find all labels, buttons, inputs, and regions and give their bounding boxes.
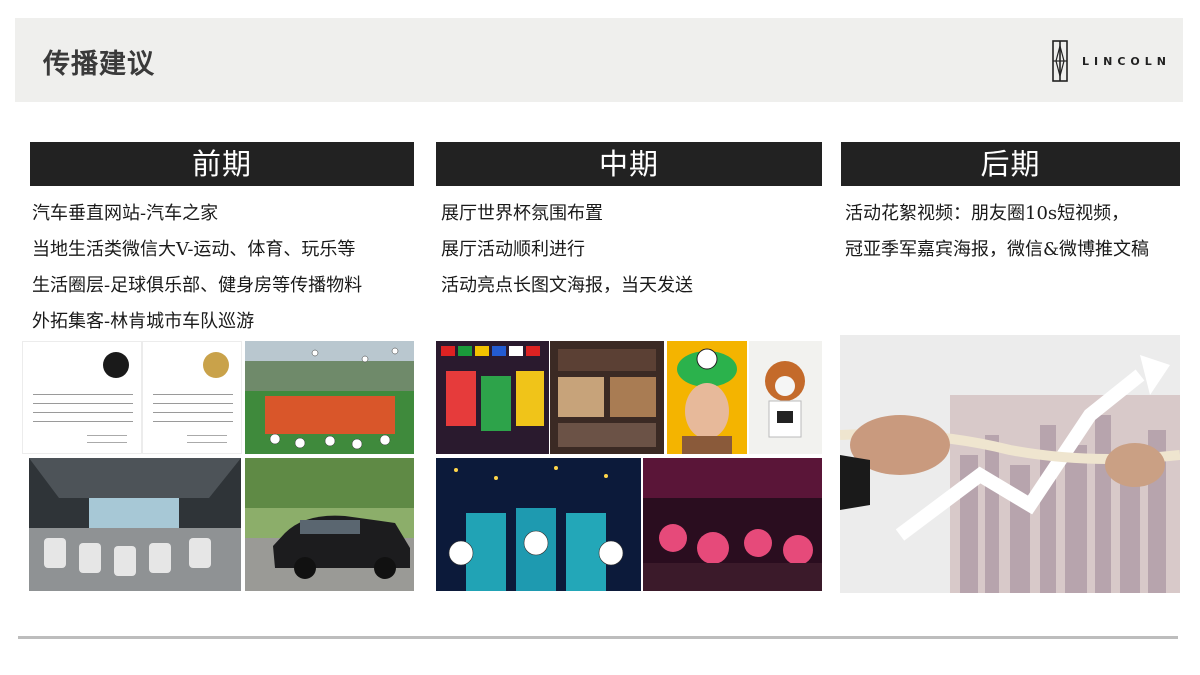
lincoln-star-icon — [1052, 40, 1068, 82]
mascot-photo — [749, 341, 822, 454]
mid-items: 展厅世界杯氛围布置 展厅活动顺利进行 活动亮点长图文海报，当天发送 — [441, 196, 693, 304]
list-item: 展厅活动顺利进行 — [441, 239, 585, 260]
bar-crowd-photo — [643, 458, 822, 591]
post-action-icons — [187, 435, 227, 443]
list-item: 活动亮点长图文海报，当天发送 — [441, 275, 693, 296]
car-parade-photo — [245, 458, 414, 591]
list-item: 生活圈层-足球俱乐部、健身房等传播物料 — [32, 275, 363, 296]
list-item: 当地生活类微信大V-运动、体育、玩乐等 — [32, 239, 356, 260]
footer-divider — [18, 636, 1178, 639]
social-post-screenshot — [142, 341, 242, 454]
avatar — [203, 352, 229, 378]
lincoln-logo: LINCOLN — [1052, 40, 1171, 82]
header-banner: 传播建议 LINCOLN — [15, 18, 1183, 102]
fan-photo — [667, 341, 747, 454]
flags-decor-photo — [436, 341, 549, 454]
late-items: 活动花絮视频：朋友圈10s短视频， 冠亚季军嘉宾海报，微信&微博推文稿 — [845, 196, 1149, 268]
post-action-icons — [87, 435, 127, 443]
list-item: 外拓集客-林肯城市车队巡游 — [32, 311, 255, 332]
brand-name: LINCOLN — [1082, 54, 1171, 68]
avatar — [103, 352, 129, 378]
social-post-screenshot — [22, 341, 142, 454]
column-heading-early: 前期 — [30, 142, 414, 186]
post-text-lines — [33, 390, 133, 430]
booth-photo — [550, 341, 664, 454]
list-item: 活动花絮视频：朋友圈10s短视频， — [845, 203, 1130, 224]
football-team-photo — [245, 341, 414, 454]
post-text-lines — [153, 390, 233, 430]
event-girls-photo — [436, 458, 641, 591]
list-item: 汽车垂直网站-汽车之家 — [32, 203, 219, 224]
list-item: 展厅世界杯氛围布置 — [441, 203, 603, 224]
early-items: 汽车垂直网站-汽车之家 当地生活类微信大V-运动、体育、玩乐等 生活圈层-足球俱… — [32, 196, 362, 340]
gym-photo — [29, 458, 241, 591]
list-item: 冠亚季军嘉宾海报，微信&微博推文稿 — [845, 239, 1150, 260]
column-heading-late: 后期 — [841, 142, 1180, 186]
page-title: 传播建议 — [43, 49, 155, 80]
column-heading-mid: 中期 — [436, 142, 822, 186]
growth-concept-image — [840, 335, 1180, 593]
